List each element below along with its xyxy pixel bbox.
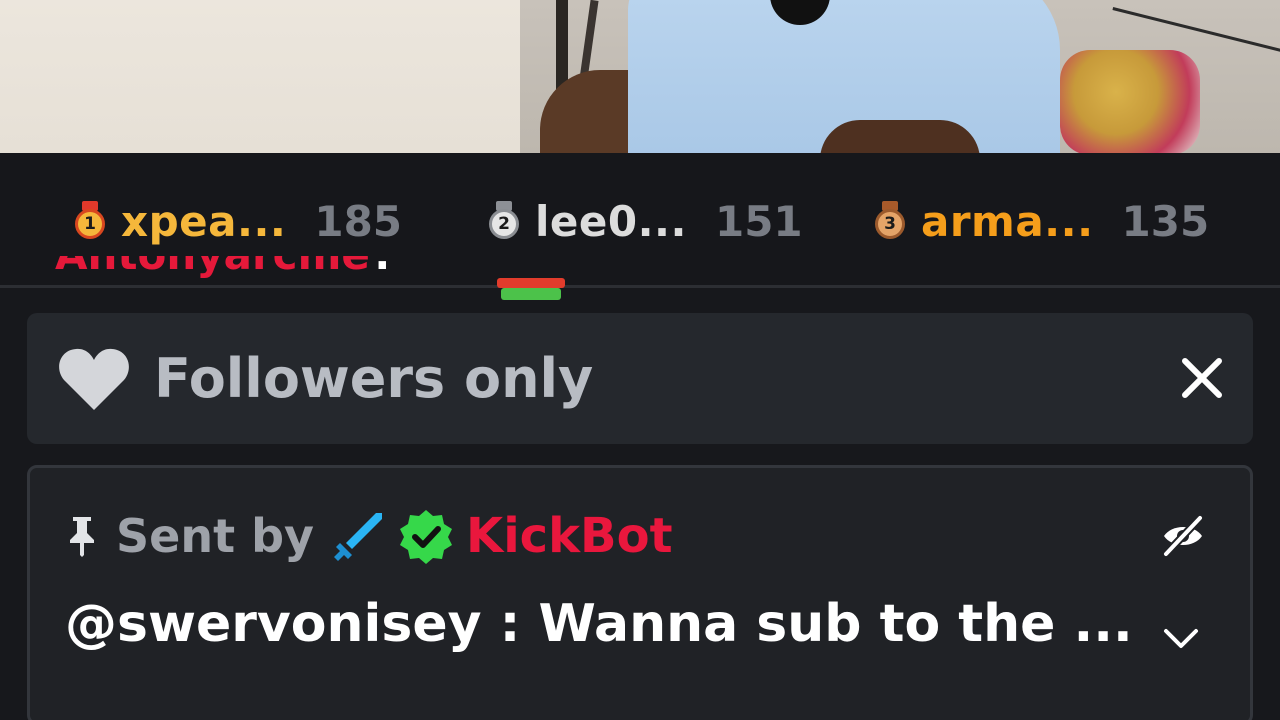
video-clothes-pile	[1060, 50, 1200, 153]
gold-medal-icon: 1	[73, 201, 107, 241]
sword-icon	[334, 513, 382, 561]
chat-message-partial: Antonyarcme:	[55, 256, 655, 314]
leaderboard-entry-2[interactable]: 2 lee0... 151	[487, 189, 803, 253]
leaderboard-score: 185	[314, 196, 403, 246]
video-player[interactable]	[0, 0, 1280, 153]
sent-by-label: Sent by	[116, 509, 314, 563]
leaderboard-name: arma...	[921, 196, 1094, 246]
video-table	[0, 0, 587, 153]
leaderboard-entry-1[interactable]: 1 xpea... 185	[73, 189, 402, 253]
verified-icon	[400, 510, 452, 564]
leaderboard-entry-3[interactable]: 3 arma... 135	[873, 189, 1209, 253]
heart-icon	[59, 348, 129, 410]
chat-colon: :	[374, 256, 391, 279]
pinned-message-card: Sent by KickBot @swervonisey : Wanna sub…	[27, 465, 1253, 720]
pinned-message-text: @swervonisey : Wanna sub to the ...	[65, 594, 1133, 654]
pin-icon	[70, 517, 94, 557]
leaderboard-score: 151	[714, 196, 803, 246]
leaderboard-name: xpea...	[121, 196, 287, 246]
chat-username[interactable]: Antonyarcme	[55, 256, 370, 279]
followers-only-label: Followers only	[154, 347, 594, 410]
leaderboard-score: 135	[1121, 196, 1210, 246]
close-icon[interactable]	[1179, 355, 1225, 401]
leaderboard-name: lee0...	[535, 196, 687, 246]
eye-off-icon[interactable]	[1160, 514, 1206, 558]
chevron-down-icon[interactable]	[1162, 626, 1200, 652]
pinned-author[interactable]: KickBot	[466, 508, 673, 564]
emote-icon	[497, 256, 565, 314]
followers-only-banner: Followers only	[27, 313, 1253, 444]
bronze-medal-icon: 3	[873, 201, 907, 241]
video-person-skin	[820, 120, 980, 153]
silver-medal-icon: 2	[487, 201, 521, 241]
